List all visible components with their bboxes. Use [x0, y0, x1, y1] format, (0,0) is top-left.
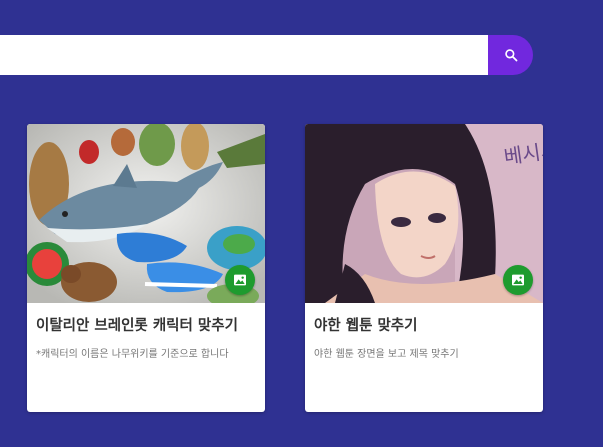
card-thumbnail: 베시시..	[305, 124, 543, 303]
search-button[interactable]	[488, 35, 533, 75]
image-badge	[225, 265, 255, 295]
card-title: 이탈리안 브레인롯 캐릭터 맞추기	[36, 318, 238, 334]
image-icon	[232, 272, 248, 288]
card-description: *캐릭터의 이름은 나무위키를 기준으로 합니다	[36, 349, 229, 360]
search-bar	[0, 35, 533, 75]
search-input[interactable]	[0, 35, 488, 75]
quiz-card[interactable]: 이탈리안 브레인롯 캐릭터 맞추기 *캐릭터의 이름은 나무위키를 기준으로 합…	[27, 124, 265, 412]
card-description: 야한 웹툰 장면을 보고 제목 맞추기	[314, 349, 459, 360]
card-title: 야한 웹툰 맞추기	[314, 318, 418, 334]
image-badge	[503, 265, 533, 295]
image-icon	[510, 272, 526, 288]
card-thumbnail	[27, 124, 265, 303]
quiz-card[interactable]: 베시시.. 야한 웹툰 맞추기 야한 웹툰 장면을 보고 제목 맞추기	[305, 124, 543, 412]
search-icon	[504, 48, 518, 62]
